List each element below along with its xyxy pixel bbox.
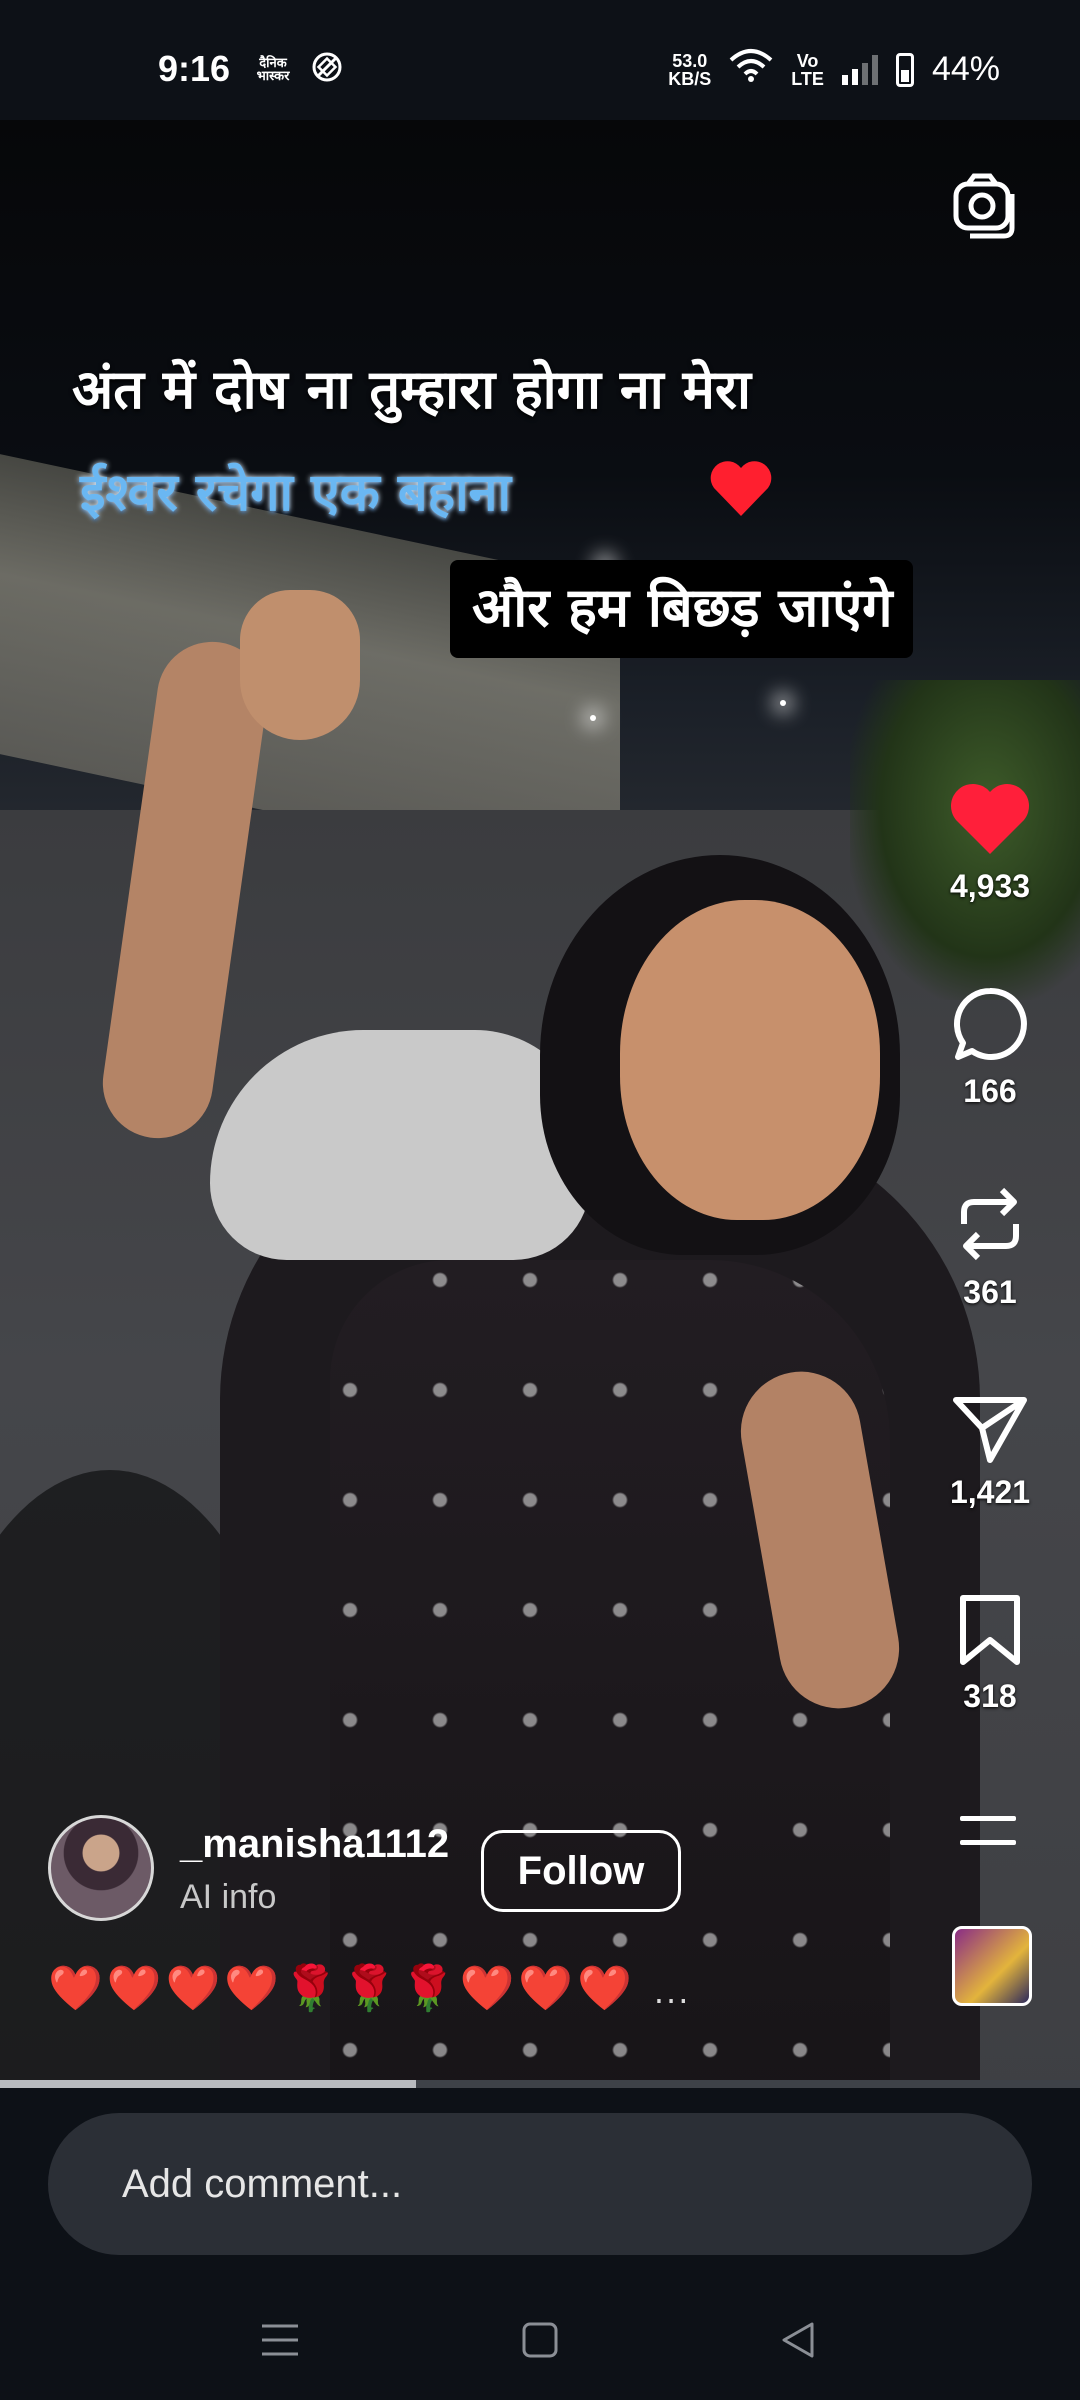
menu-icon[interactable] [950, 1810, 1030, 1870]
comment-input[interactable] [48, 2113, 1032, 2255]
bookmark-icon[interactable] [955, 1592, 1025, 1668]
video-progress-fill [0, 2080, 416, 2088]
network-speed-value: 53.0 [672, 50, 708, 71]
video-progress-bar[interactable] [0, 2080, 1080, 2088]
network-speed: 53.0 KB/S [668, 52, 711, 88]
comment-count: 166 [963, 1073, 1017, 1109]
heart-sticker-icon [710, 461, 772, 516]
post-caption[interactable]: ❤️❤️❤️❤️🌹🌹🌹❤️❤️❤️ ... [48, 1962, 690, 2014]
signal-strength-icon [841, 54, 878, 85]
back-button[interactable] [768, 2310, 828, 2370]
raised-hand [240, 590, 360, 740]
street-lamp [780, 700, 786, 706]
status-indicators: 53.0 KB/S Vo LTE 44% [668, 48, 1000, 91]
status-time: 9:16 [158, 48, 231, 89]
recents-icon[interactable] [260, 2322, 300, 2358]
network-speed-unit: KB/S [668, 68, 712, 89]
home-button[interactable] [510, 2310, 570, 2370]
share-count: 1,421 [949, 1474, 1031, 1510]
volte-label: Vo [796, 50, 819, 71]
battery-percent: 44% [931, 50, 1000, 88]
status-bar: 9:16 दैनिक भास्कर 53.0 KB/S Vo LTE 44% [0, 0, 1080, 120]
recents-button[interactable] [250, 2310, 310, 2370]
username[interactable]: _manisha1112 [180, 1822, 449, 1867]
heart-icon[interactable] [948, 782, 1032, 858]
home-icon[interactable] [520, 2320, 560, 2360]
volte-indicator: Vo LTE [791, 52, 824, 88]
battery-icon [895, 52, 914, 87]
system-navigation-bar [0, 2280, 1080, 2400]
comment-bubble-icon[interactable] [950, 985, 1030, 1063]
avatar[interactable] [48, 1815, 154, 1921]
wifi-icon [729, 48, 773, 91]
repost-count: 361 [963, 1274, 1017, 1310]
lte-label: LTE [791, 68, 824, 89]
repost-icon[interactable] [950, 1184, 1030, 1264]
repost-action[interactable]: 361 [940, 1184, 1040, 1311]
street-lamp [590, 715, 596, 721]
comment-action[interactable]: 166 [940, 985, 1040, 1110]
follow-button[interactable]: Follow [481, 1830, 681, 1912]
overlay-text-line-3: और हम बिछड़ जाएंगे [450, 560, 913, 658]
like-count: 4,933 [949, 868, 1031, 904]
back-icon[interactable] [778, 2320, 818, 2360]
do-not-disturb-icon [310, 50, 344, 89]
save-action[interactable]: 318 [940, 1592, 1040, 1715]
caption-emoji-text: ❤️❤️❤️❤️🌹🌹🌹❤️❤️❤️ [48, 1963, 636, 2014]
overlay-text-line-1: अंत में दोष ना तुम्हारा होगा ना मेरा [72, 358, 751, 421]
newspaper-app-icon: दैनिक भास्कर [256, 55, 290, 84]
share-action[interactable]: 1,421 [940, 1394, 1040, 1511]
overlay-text-line-2: ईश्वर रचेगा एक बहाना [80, 463, 511, 523]
status-notification-icons: दैनिक भास्कर [256, 50, 344, 89]
blouse [210, 1030, 590, 1260]
ai-info-label[interactable]: AI info [180, 1878, 276, 1917]
camera-icon[interactable] [950, 170, 1020, 240]
save-count: 318 [963, 1678, 1017, 1714]
like-action[interactable]: 4,933 [940, 782, 1040, 905]
caption-more[interactable]: ... [654, 1973, 691, 2011]
audio-thumbnail[interactable] [952, 1926, 1032, 2006]
face [620, 900, 880, 1220]
send-icon[interactable] [950, 1394, 1030, 1464]
